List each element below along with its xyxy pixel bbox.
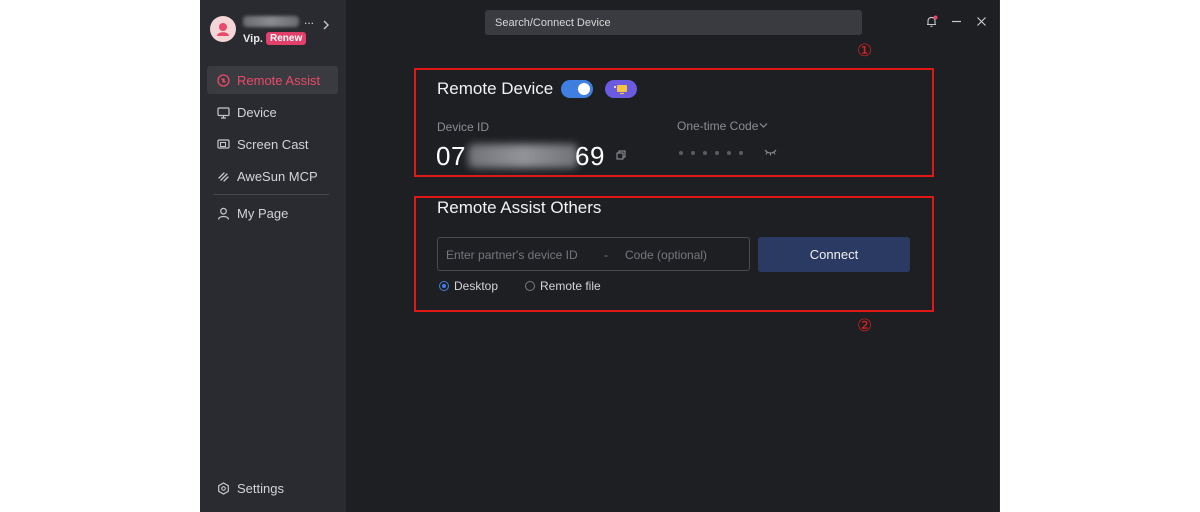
sidebar-item-label: Screen Cast (237, 136, 309, 152)
radio-desktop[interactable] (439, 281, 449, 291)
sidebar-item-label: Settings (237, 480, 284, 496)
sidebar-item-label: Device (237, 104, 277, 120)
gear-icon (218, 481, 229, 495)
sidebar-item-label: Remote Assist (237, 72, 321, 88)
sidebar: ... Vip. Renew Remote Assist Device Scre… (201, 0, 346, 512)
sidebar-item-settings[interactable]: Settings (207, 474, 338, 502)
connect-label: Connect (809, 247, 859, 262)
user-avatar-icon (217, 23, 229, 36)
screen-cast-icon (217, 138, 230, 149)
renew-button[interactable]: Renew (266, 32, 307, 45)
annotation-number-1: ① (857, 41, 873, 61)
radio-remote-file-label[interactable]: Remote file (540, 279, 601, 293)
bell-icon (926, 15, 937, 27)
sidebar-item-label: My Page (237, 205, 289, 221)
search-input[interactable]: Search/Connect Device (485, 10, 862, 35)
radio-desktop-label[interactable]: Desktop (454, 279, 498, 293)
remote-device-title: Remote Device (437, 79, 554, 98)
minimize-button[interactable] (949, 14, 963, 28)
copy-icon[interactable] (616, 150, 626, 160)
username-ellipsis: ... (304, 13, 315, 27)
code-placeholder: Code (optional) (625, 248, 708, 262)
mcp-icon (218, 171, 229, 182)
monitor-icon (217, 106, 230, 119)
app-window: ... Vip. Renew Remote Assist Device Scre… (200, 0, 1000, 512)
device-id-redacted (468, 144, 578, 168)
annotation-number-2: ② (857, 316, 873, 336)
notification-button[interactable] (924, 14, 938, 28)
avatar[interactable] (210, 16, 236, 42)
device-id-label: Device ID (437, 120, 490, 134)
device-id-suffix: 69 (575, 141, 605, 171)
sidebar-item-device[interactable]: Device (207, 98, 338, 126)
minimize-icon (951, 20, 961, 22)
screen-wall-button[interactable] (605, 80, 637, 98)
sidebar-item-my-page[interactable]: My Page (207, 199, 338, 227)
radio-remote-file[interactable] (525, 281, 535, 291)
input-separator: - (604, 248, 608, 262)
remote-device-toggle[interactable] (561, 80, 593, 98)
remote-assist-others-title: Remote Assist Others (437, 198, 602, 217)
close-icon (976, 16, 986, 26)
sidebar-item-awesun-mcp[interactable]: AweSun MCP (207, 162, 338, 190)
close-button[interactable] (974, 14, 988, 28)
otp-masked-dots (679, 151, 743, 155)
screen-icon (614, 85, 627, 95)
username-redacted (243, 16, 299, 27)
device-id-prefix: 07 (436, 141, 466, 171)
user-icon (217, 207, 230, 220)
sidebar-item-label: AweSun MCP (237, 168, 318, 184)
main-panel: Search/Connect Device ① Remote Device De… (346, 0, 999, 512)
eye-closed-icon[interactable] (764, 148, 777, 157)
remote-assist-icon (217, 73, 230, 87)
sidebar-item-remote-assist[interactable]: Remote Assist (207, 66, 338, 94)
connect-button[interactable]: Connect (758, 237, 910, 272)
otp-label[interactable]: One-time Code (677, 119, 758, 133)
chevron-right-icon[interactable] (322, 20, 330, 30)
sidebar-item-screen-cast[interactable]: Screen Cast (207, 130, 338, 158)
vip-label: Vip. (243, 33, 263, 45)
chevron-down-icon[interactable] (759, 122, 768, 129)
search-placeholder: Search/Connect Device (495, 16, 611, 29)
sidebar-divider (213, 194, 329, 195)
partner-id-placeholder: Enter partner's device ID (446, 248, 578, 262)
